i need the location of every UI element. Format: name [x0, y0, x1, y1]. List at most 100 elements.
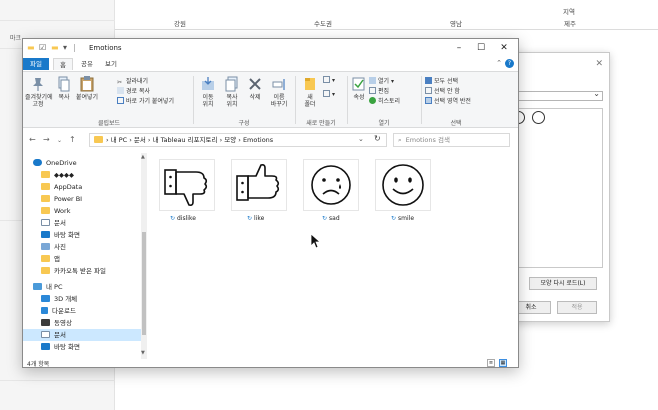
document-icon [41, 331, 50, 338]
file-thumbnail-smile[interactable] [375, 159, 431, 211]
nav-item-appdata[interactable]: AppData [23, 181, 141, 193]
address-bar-row: ← → ⌄ ↑ › 내 PC › 문서 › 내 Tableau 리포지토리 › … [23, 130, 518, 150]
nav-item-onedrive[interactable]: OneDrive [23, 157, 141, 169]
rename-button[interactable]: 이름 바꾸기 [267, 76, 291, 108]
history-button[interactable]: 히스토리 [369, 96, 400, 105]
nav-label: 사진 [54, 243, 66, 251]
nav-scrollbar[interactable]: ▲ ▼ [141, 153, 147, 359]
folder-icon [41, 183, 50, 190]
file-thumbnail-like[interactable] [231, 159, 287, 211]
properties-button[interactable]: 속성 [351, 76, 367, 101]
edit-button[interactable]: 편집 [369, 86, 389, 95]
cut-button[interactable]: ✂ 잘라내기 [117, 76, 148, 86]
status-bar: 4개 항목 ≡ ▦ [23, 359, 518, 367]
nav-item-folder[interactable]: ◆◆◆◆ [23, 169, 141, 181]
file-label-smile[interactable]: ↻ smile [391, 215, 414, 222]
recent-locations-icon[interactable]: ⌄ [57, 137, 62, 144]
tab-share[interactable]: 공유 [77, 58, 97, 70]
scroll-up-icon[interactable]: ▲ [141, 154, 145, 160]
nav-label: 동영상 [54, 319, 72, 327]
copy-to-label: 복사 위치 [226, 94, 238, 108]
easy-access-button[interactable]: ▾ [323, 90, 335, 98]
refresh-icon[interactable]: ↻ [374, 134, 381, 143]
nav-item-documents[interactable]: 문서 [23, 217, 141, 229]
copy-to-button[interactable]: 복사 위치 [221, 76, 243, 108]
nav-item-work[interactable]: Work [23, 205, 141, 217]
file-label-sad[interactable]: ↻ sad [322, 215, 340, 222]
file-list: ↻ dislike ↻ like ↻ sad ↻ smile [150, 153, 518, 359]
address-dropdown-icon[interactable]: ⌄ [358, 135, 364, 143]
new-group-label: 새로 만들기 [306, 120, 336, 127]
file-thumbnail-dislike[interactable] [159, 159, 215, 211]
minimize-button[interactable]: – [449, 41, 469, 55]
scissors-icon: ✂ [117, 79, 123, 86]
file-label-like[interactable]: ↻ like [247, 215, 264, 222]
chevron-down-icon[interactable]: ▾ [63, 43, 67, 52]
window-title: Emotions [89, 44, 122, 52]
close-button[interactable]: ✕ [494, 41, 514, 55]
help-icon[interactable]: ? [505, 59, 514, 68]
nav-item-this-pc[interactable]: 내 PC [23, 281, 141, 293]
folder-icon [41, 195, 50, 202]
file-thumbnail-sad[interactable] [303, 159, 359, 211]
palette-select[interactable] [511, 89, 603, 101]
nav-item-powerbi[interactable]: Power BI [23, 193, 141, 205]
paste-button[interactable]: 붙여넣기 [75, 76, 99, 101]
folder-icon [94, 136, 103, 143]
scroll-thumb[interactable] [142, 232, 146, 335]
copy-path-button[interactable]: 경로 복사 [117, 86, 150, 95]
nav-item-downloads[interactable]: 다운로드 [23, 305, 141, 317]
paste-label: 붙여넣기 [75, 94, 99, 101]
up-icon[interactable]: ↑ [69, 135, 76, 144]
open-button[interactable]: 열기 ▾ [369, 76, 394, 85]
move-to-button[interactable]: 이동 위치 [197, 76, 219, 108]
new-folder-button[interactable]: 새 폴더 [299, 76, 321, 108]
file-label-dislike[interactable]: ↻ dislike [170, 215, 196, 222]
back-icon[interactable]: ← [29, 135, 36, 144]
close-icon[interactable]: ✕ [595, 59, 603, 69]
properties-icon [352, 77, 365, 91]
nav-item-pictures[interactable]: 사진 [23, 241, 141, 253]
select-none-icon [425, 87, 432, 94]
forward-icon[interactable]: → [43, 135, 50, 144]
new-folder-icon [305, 78, 315, 90]
new-item-button[interactable]: ▾ [323, 76, 335, 84]
nav-label: Power BI [54, 195, 83, 203]
apply-button[interactable]: 적용 [557, 301, 597, 314]
nav-item-kakaotalk[interactable]: 카카오톡 받은 파일 [23, 265, 141, 277]
copy-button[interactable]: 복사 [55, 76, 73, 101]
nav-item-documents-pc[interactable]: 문서 [23, 329, 141, 341]
new-folder-label: 새 폴더 [304, 94, 316, 108]
nav-item-3d-objects[interactable]: 3D 개체 [23, 293, 141, 305]
select-none-button[interactable]: 선택 안 함 [425, 86, 460, 95]
smile-shape-icon[interactable] [532, 111, 545, 124]
maximize-button[interactable]: ☐ [471, 41, 491, 55]
nav-item-videos[interactable]: 동영상 [23, 317, 141, 329]
rename-icon [272, 79, 285, 90]
address-bar[interactable]: › 내 PC › 문서 › 내 Tableau 리포지토리 › 모양 › Emo… [89, 133, 387, 147]
scroll-down-icon[interactable]: ▼ [141, 350, 145, 356]
search-input[interactable]: ⌕ Emotions 검색 [393, 133, 510, 147]
paste-shortcut-button[interactable]: 바로 가기 붙여넣기 [117, 96, 174, 105]
nav-item-apps[interactable]: 앱 [23, 253, 141, 265]
select-all-button[interactable]: 모두 선택 [425, 76, 458, 85]
properties-icon[interactable]: ☑ [39, 43, 46, 52]
nav-item-desktop-pc[interactable]: 바탕 화면 [23, 341, 141, 353]
edit-label: 편집 [378, 88, 390, 95]
desktop-icon [41, 343, 50, 350]
reload-shapes-button[interactable]: 모양 다시 로드(L) [529, 277, 597, 290]
shape-palette-area[interactable] [511, 108, 603, 268]
nav-item-desktop[interactable]: 바탕 화면 [23, 229, 141, 241]
tab-home[interactable]: 홈 [53, 58, 73, 70]
tab-view[interactable]: 보기 [101, 58, 121, 70]
collapse-ribbon-icon[interactable]: ⌃ [496, 59, 502, 67]
invert-selection-button[interactable]: 선택 영역 반전 [425, 96, 471, 105]
new-folder-icon[interactable]: ▬ [51, 43, 59, 52]
delete-button[interactable]: 삭제 [245, 76, 265, 101]
tab-file[interactable]: 파일 [23, 58, 49, 70]
nav-label: ◆◆◆◆ [54, 171, 74, 179]
details-view-icon[interactable]: ≡ [487, 359, 495, 367]
pin-quick-access-button[interactable]: 즐겨찾기에 고정 [25, 76, 53, 108]
large-icons-view-icon[interactable]: ▦ [499, 359, 507, 367]
nav-label: 다운로드 [52, 307, 76, 315]
